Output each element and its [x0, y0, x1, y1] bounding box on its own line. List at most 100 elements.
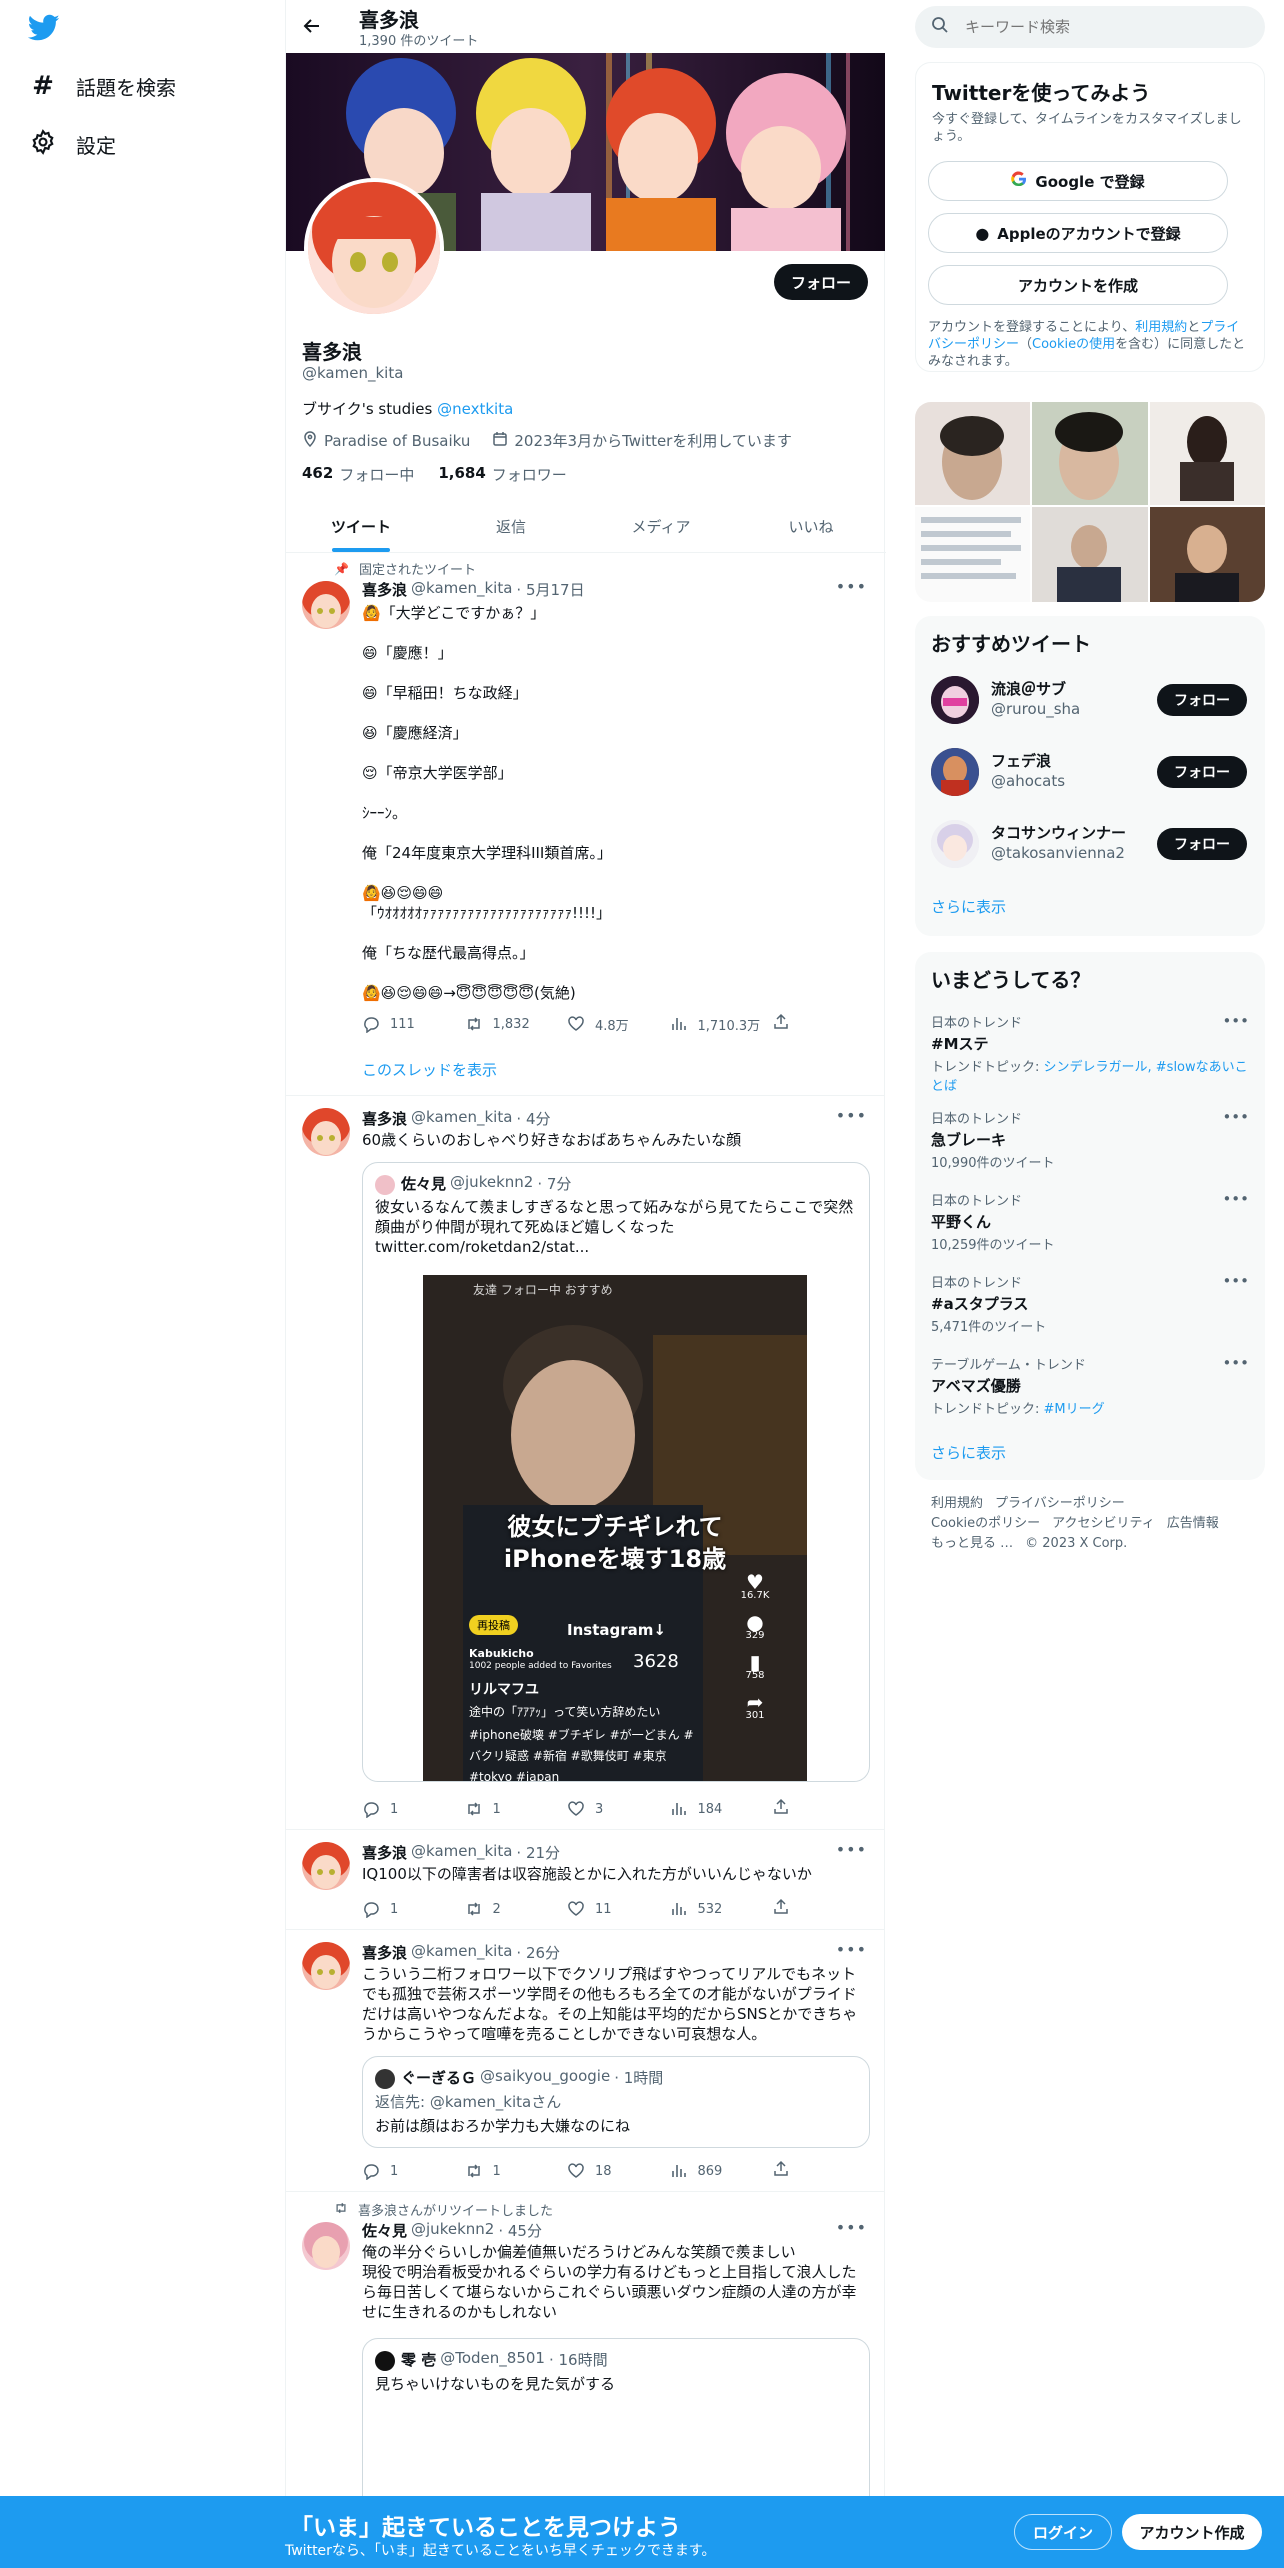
quote-video[interactable]: 友達 フォロー中 おすすめ 彼女にブチギレれて iPhoneを壊す18歳 再投稿… — [423, 1275, 807, 1781]
more-icon[interactable]: ••• — [1222, 1108, 1249, 1126]
avatar[interactable] — [302, 581, 350, 629]
reply-button[interactable]: 111 — [362, 1013, 462, 1035]
trend-item[interactable]: 日本のトレンド #aスタプラス 5,471件のツイート ••• — [931, 1272, 1249, 1335]
views-button[interactable]: 869 — [670, 2160, 770, 2182]
retweet-button[interactable]: 1 — [465, 2160, 565, 2182]
recommend-user[interactable]: 流浪＠サブ @rurou_sha フォロー — [931, 676, 1249, 728]
avatar[interactable] — [931, 676, 979, 724]
retweet-button[interactable]: 1,832 — [465, 1013, 565, 1035]
share-button[interactable] — [772, 1013, 792, 1035]
author-name[interactable]: 佐々見 — [362, 2220, 407, 2241]
media-thumb[interactable] — [915, 402, 1031, 505]
footer-privacy[interactable]: プライバシーポリシー — [995, 1494, 1125, 1514]
tweet-time[interactable]: · 21分 — [516, 1842, 560, 1863]
media-thumb[interactable] — [1149, 507, 1265, 602]
trends-show-more[interactable]: さらに表示 — [931, 1442, 1006, 1463]
media-thumb[interactable] — [1149, 402, 1265, 505]
retweeted-by[interactable]: 喜多浪さんがリツイートしました — [358, 2200, 553, 2219]
author-handle[interactable]: @jukeknn2 — [411, 2220, 494, 2241]
cookie-link[interactable]: Cookieの使用 — [1032, 337, 1115, 352]
retweet-button[interactable]: 1 — [465, 1798, 565, 1820]
twitter-logo-icon[interactable] — [27, 14, 60, 46]
nav-settings[interactable]: 設定 — [30, 124, 116, 164]
reply-button[interactable]: 1 — [362, 1898, 462, 1920]
author-handle[interactable]: @kamen_kita — [411, 579, 512, 600]
tweet-time[interactable]: · 5月17日 — [516, 579, 584, 600]
tab-replies[interactable]: 返信 — [436, 500, 586, 552]
show-thread-link[interactable]: このスレッドを表示 — [362, 1059, 497, 1080]
recommend-follow-button[interactable]: フォロー — [1157, 684, 1247, 716]
author-name[interactable]: 喜多浪 — [362, 1942, 407, 1963]
following-count[interactable]: 462 — [302, 464, 333, 485]
tab-likes[interactable]: いいね — [736, 500, 886, 552]
recommend-user[interactable]: フェデ浪 @ahocats フォロー — [931, 748, 1249, 800]
signup-button[interactable]: アカウント作成 — [1122, 2514, 1262, 2550]
trend-sub-link[interactable]: #Mリーグ — [1044, 1402, 1105, 1417]
apple-signup-button[interactable]: ● Appleのアカウントで登録 — [928, 213, 1228, 253]
tab-tweets[interactable]: ツイート — [286, 500, 436, 552]
more-icon[interactable]: ••• — [1222, 1354, 1249, 1372]
recommend-show-more[interactable]: さらに表示 — [931, 896, 1006, 917]
share-button[interactable] — [772, 2160, 792, 2182]
quote-tweet[interactable]: ぐーぎるＧ @saikyou_googie · 1時間 返信先: @kamen_… — [362, 2056, 870, 2148]
recommend-follow-button[interactable]: フォロー — [1157, 756, 1247, 788]
followers-count[interactable]: 1,684 — [438, 464, 485, 485]
follow-button[interactable]: フォロー — [774, 264, 868, 300]
avatar[interactable] — [302, 2222, 350, 2270]
more-icon[interactable]: ••• — [836, 1840, 867, 1859]
more-icon[interactable]: ••• — [1222, 1012, 1249, 1030]
trend-item[interactable]: 日本のトレンド 急ブレーキ 10,990件のツイート ••• — [931, 1108, 1249, 1171]
bio-link[interactable]: @nextkita — [437, 400, 513, 418]
nav-explore[interactable]: # 話題を検索 — [30, 66, 176, 106]
like-button[interactable]: 11 — [567, 1898, 667, 1920]
recommend-user[interactable]: タコサンウィンナー @takosanvienna2 フォロー — [931, 820, 1249, 872]
footer-accessibility[interactable]: アクセシビリティ — [1052, 1514, 1155, 1534]
share-button[interactable] — [772, 1798, 792, 1820]
footer-cookie[interactable]: Cookieのポリシー — [931, 1514, 1040, 1534]
footer-ads[interactable]: 広告情報 — [1167, 1514, 1219, 1534]
create-account-button[interactable]: アカウントを作成 — [928, 265, 1228, 305]
trend-item[interactable]: テーブルゲーム・トレンド アベマズ優勝 トレンドトピック: #Mリーグ ••• — [931, 1354, 1249, 1417]
footer-more[interactable]: もっと見る … — [931, 1534, 1013, 1554]
author-handle[interactable]: @kamen_kita — [411, 1942, 512, 1963]
author-name[interactable]: 喜多浪 — [362, 1842, 407, 1863]
more-icon[interactable]: ••• — [1222, 1190, 1249, 1208]
views-button[interactable]: 184 — [670, 1798, 770, 1820]
more-icon[interactable]: ••• — [836, 577, 867, 596]
reply-button[interactable]: 1 — [362, 2160, 462, 2182]
like-button[interactable]: 3 — [567, 1798, 667, 1820]
tweet-time[interactable]: · 4分 — [516, 1108, 550, 1129]
recommend-follow-button[interactable]: フォロー — [1157, 828, 1247, 860]
search-input[interactable] — [965, 18, 1225, 36]
avatar[interactable] — [302, 1108, 350, 1156]
search-box[interactable] — [915, 6, 1265, 48]
back-arrow-icon[interactable] — [302, 16, 322, 40]
like-button[interactable]: 4.8万 — [567, 1013, 667, 1035]
tab-media[interactable]: メディア — [586, 500, 736, 552]
followers-label[interactable]: フォロワー — [492, 464, 567, 485]
share-button[interactable] — [772, 1898, 792, 1920]
login-button[interactable]: ログイン — [1014, 2514, 1112, 2550]
more-icon[interactable]: ••• — [836, 2218, 867, 2237]
tweet[interactable]: 喜多浪 @kamen_kita · 26分 ••• こういう二桁フォロワー以下で… — [286, 1930, 885, 2192]
media-thumb[interactable] — [1032, 507, 1148, 602]
terms-link[interactable]: 利用規約 — [1135, 320, 1187, 335]
following-label[interactable]: フォロー中 — [339, 464, 414, 485]
tweet[interactable]: 喜多浪 @kamen_kita · 4分 ••• 60歳くらいのおしゃべり好きな… — [286, 1096, 885, 1830]
like-button[interactable]: 18 — [567, 2160, 667, 2182]
author-name[interactable]: 喜多浪 — [362, 579, 407, 600]
author-name[interactable]: 喜多浪 — [362, 1108, 407, 1129]
profile-avatar[interactable] — [304, 178, 444, 318]
views-button[interactable]: 532 — [670, 1898, 770, 1920]
tweet-time[interactable]: · 26分 — [516, 1942, 560, 1963]
tweet-pinned[interactable]: 📌 固定されたツイート 喜多浪 @kamen_kita · 5月17日 ••• … — [286, 553, 885, 1096]
media-thumb[interactable] — [915, 507, 1031, 602]
avatar[interactable] — [931, 748, 979, 796]
reply-button[interactable]: 1 — [362, 1798, 462, 1820]
trend-item[interactable]: 日本のトレンド 平野くん 10,259件のツイート ••• — [931, 1190, 1249, 1253]
more-icon[interactable]: ••• — [1222, 1272, 1249, 1290]
media-thumb[interactable] — [1032, 402, 1148, 505]
quote-tweet[interactable]: 佐々見 @jukeknn2 · 7分 彼女いるなんて羨ましすぎるなと思って妬みな… — [362, 1162, 870, 1782]
avatar[interactable] — [931, 820, 979, 868]
views-button[interactable]: 1,710.3万 — [670, 1013, 770, 1035]
